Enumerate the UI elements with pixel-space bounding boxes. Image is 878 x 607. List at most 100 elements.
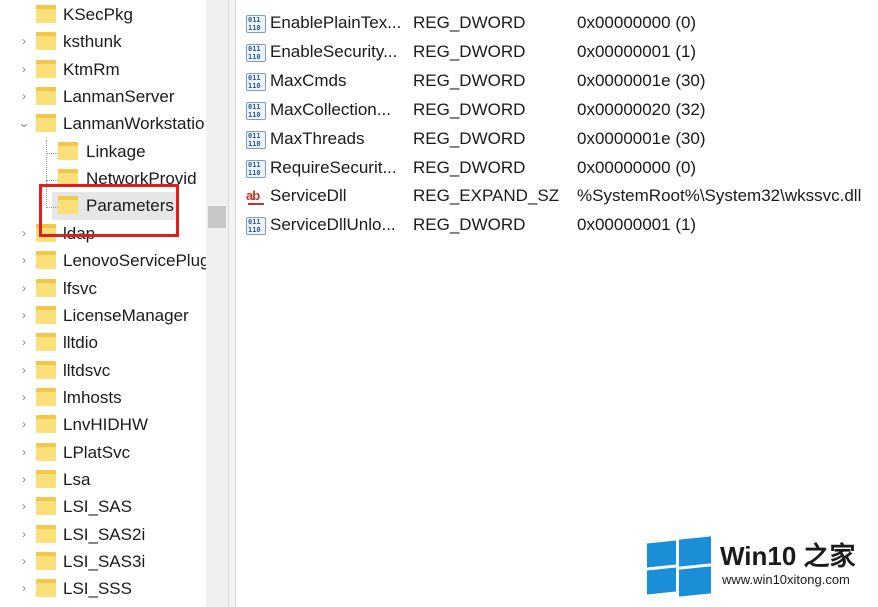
tree-item[interactable]: › Lsa (0, 466, 206, 493)
value-name: ServiceDllUnlo... (270, 215, 396, 234)
value-row[interactable]: 011 110 EnableSecurity... REG_DWORD 0x000000… (236, 38, 878, 67)
tree-item[interactable]: › lltdsvc (0, 357, 206, 384)
chevron-down-icon[interactable]: ⌄ (16, 117, 32, 129)
folder-icon (36, 87, 56, 105)
chevron-right-icon[interactable]: › (18, 227, 30, 239)
value-row[interactable]: 011 110 MaxCollection... REG_DWORD 0x0000002… (236, 96, 878, 125)
value-row[interactable]: ab ServiceDll REG_EXPAND_SZ %SystemRoot%\Sy… (236, 182, 878, 211)
folder-icon (36, 279, 56, 297)
value-row[interactable]: 011 110 MaxThreads REG_DWORD 0x0000001e (30) (236, 125, 878, 154)
chevron-right-icon[interactable]: › (18, 473, 30, 485)
value-type: REG_DWORD (413, 71, 526, 90)
folder-icon (36, 333, 56, 351)
chevron-right-icon[interactable]: › (18, 63, 30, 75)
tree-item[interactable]: › LanmanServer (0, 83, 206, 110)
tree-item-label: LSI_SAS2i (63, 525, 146, 544)
chevron-right-icon[interactable]: › (18, 254, 30, 266)
tree-item[interactable]: › lfsvc (0, 275, 206, 302)
chevron-right-icon[interactable]: › (18, 35, 30, 47)
tree-item-label: LPlatSvc (63, 443, 131, 462)
tree-item[interactable]: Linkage (0, 138, 206, 165)
value-data: 0x00000001 (1) (577, 42, 697, 61)
tree-item[interactable]: › LenovoServicePlug (0, 247, 206, 274)
chevron-right-icon[interactable] (18, 145, 30, 157)
tree-item[interactable]: › LSI_SAS (0, 493, 206, 520)
folder-icon (36, 388, 56, 406)
tree-item-label: lltdsvc (63, 361, 111, 380)
tree-item-label: LicenseManager (63, 306, 189, 325)
value-type: REG_DWORD (413, 100, 526, 119)
binary-value-icon: 011 110 (246, 102, 266, 120)
value-type: REG_EXPAND_SZ (413, 186, 560, 205)
chevron-right-icon[interactable]: › (18, 282, 30, 294)
value-name: EnablePlainTex... (270, 13, 402, 32)
chevron-right-icon[interactable]: › (18, 309, 30, 321)
tree-item-label: LanmanWorkstatio (63, 114, 205, 133)
tree-item[interactable]: › LSI_SAS3i (0, 548, 206, 575)
folder-icon (36, 306, 56, 324)
tree-item[interactable]: › LnvHIDHW (0, 411, 206, 438)
tree-item-label: LSI_SAS3i (63, 552, 146, 571)
red-highlight-annotation (39, 184, 179, 237)
chevron-right-icon[interactable]: › (18, 418, 30, 430)
value-data: 0x00000000 (0) (577, 158, 697, 177)
value-type: REG_DWORD (413, 129, 526, 148)
watermark-url: www.win10xitong.com (722, 572, 850, 587)
value-name: MaxThreads (270, 129, 365, 148)
tree-item[interactable]: › KtmRm (0, 56, 206, 83)
tree-item[interactable]: › LicenseManager (0, 302, 206, 329)
folder-icon (36, 415, 56, 433)
tree-scrollbar-thumb[interactable] (208, 206, 226, 228)
chevron-right-icon[interactable]: › (18, 364, 30, 376)
tree-item[interactable]: › ksthunk (0, 28, 206, 55)
folder-icon (36, 60, 56, 78)
value-row[interactable]: 011 110 EnablePlainTex... REG_DWORD 0x000000… (236, 9, 878, 38)
tree-item-label: LSI_SSS (63, 579, 132, 598)
folder-icon (36, 470, 56, 488)
value-type: REG_DWORD (413, 13, 526, 32)
chevron-right-icon[interactable]: › (18, 336, 30, 348)
tree-item-label: LenovoServicePlug (63, 251, 206, 270)
folder-icon (36, 32, 56, 50)
folder-icon (36, 361, 56, 379)
tree-item[interactable]: › LSI_SAS2i (0, 521, 206, 548)
pane-splitter[interactable] (228, 0, 236, 607)
tree-item[interactable]: › lltdio (0, 329, 206, 356)
binary-value-icon: 011 110 (246, 44, 266, 62)
chevron-right-icon[interactable]: › (18, 446, 30, 458)
chevron-right-icon[interactable]: › (18, 391, 30, 403)
value-row[interactable]: 011 110 RequireSecurit... REG_DWORD 0x000000… (236, 154, 878, 183)
registry-values-list[interactable]: 011 110 EnablePlainTex... REG_DWORD 0x000000… (236, 0, 878, 607)
binary-value-icon: 011 110 (246, 160, 266, 178)
folder-icon (36, 525, 56, 543)
chevron-right-icon[interactable] (18, 199, 30, 211)
tree-item-label: LnvHIDHW (63, 415, 149, 434)
binary-value-icon: 011 110 (246, 15, 266, 33)
chevron-right-icon[interactable]: › (18, 90, 30, 102)
value-type: REG_DWORD (413, 42, 526, 61)
chevron-right-icon[interactable]: › (18, 528, 30, 540)
value-row[interactable]: 011 110 ServiceDllUnlo... REG_DWORD 0x000000… (236, 211, 878, 240)
tree-item[interactable]: › lmhosts (0, 384, 206, 411)
windows-logo-icon (647, 536, 711, 597)
value-data: 0x00000020 (32) (577, 100, 706, 119)
folder-icon (36, 552, 56, 570)
tree-item-label: Lsa (63, 470, 91, 489)
tree-item-label: Linkage (86, 142, 146, 161)
chevron-right-icon[interactable] (18, 8, 30, 20)
tree-scrollbar[interactable] (206, 0, 228, 607)
value-data: 0x00000001 (1) (577, 215, 697, 234)
tree-item[interactable]: › LPlatSvc (0, 439, 206, 466)
registry-key-tree[interactable]: KSecPkg › ksthunk › KtmRm › LanmanServer ⌄ Lanma… (0, 0, 206, 607)
watermark-title: Win10 之家 (720, 541, 856, 571)
tree-item[interactable]: › LSI_SSS (0, 575, 206, 602)
folder-icon (36, 497, 56, 515)
chevron-right-icon[interactable] (18, 172, 30, 184)
value-row[interactable]: 011 110 MaxCmds REG_DWORD 0x0000001e (30) (236, 67, 878, 96)
chevron-right-icon[interactable]: › (18, 500, 30, 512)
tree-item[interactable]: KSecPkg (0, 1, 206, 28)
tree-item[interactable]: ⌄ LanmanWorkstatio (0, 110, 206, 137)
chevron-right-icon[interactable]: › (18, 582, 30, 594)
chevron-right-icon[interactable]: › (18, 555, 30, 567)
folder-icon (36, 579, 56, 597)
